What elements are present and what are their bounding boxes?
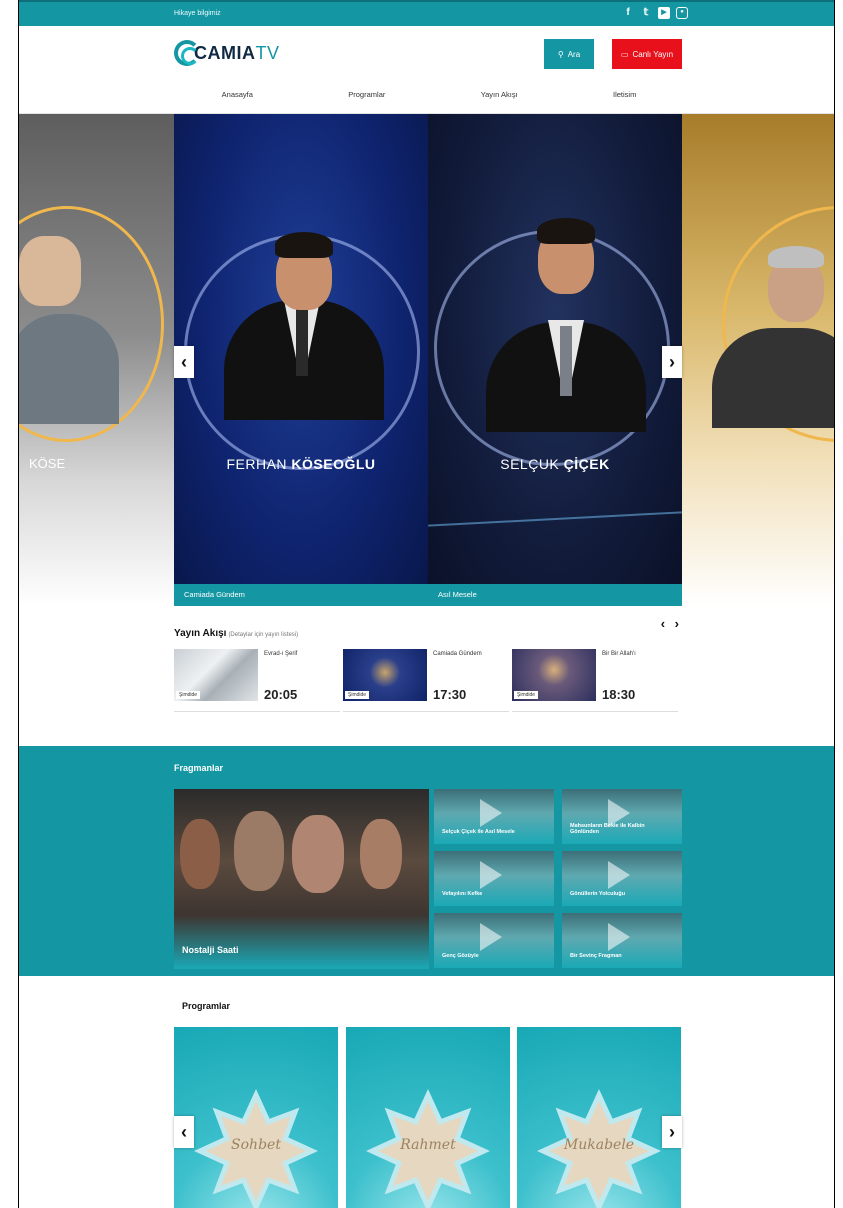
- schedule-item[interactable]: Şimdide Evrad-ı Şerif 20:05: [174, 649, 342, 712]
- trailer-title: Genç Gözüyle: [442, 953, 479, 960]
- status-badge: Şimdide: [345, 691, 370, 699]
- trailer-title: Mahsunların Bekle ile Kalbin Gönlünden: [570, 822, 645, 836]
- nav-item-home[interactable]: Anasayfa: [222, 90, 253, 99]
- host-name: SELÇUK ÇİÇEK: [500, 456, 610, 472]
- trailers-section: Fragmanlar Nostalji Saati Selçuk Çiçek i…: [19, 746, 834, 976]
- schedule-item-time: 18:30: [602, 687, 636, 702]
- program-card[interactable]: Mukabele: [517, 1027, 681, 1208]
- top-bar-message: Hikaye bilgimiz: [174, 10, 221, 17]
- logo[interactable]: CAMIATV: [174, 38, 280, 68]
- trailer-item[interactable]: Vefayılını Kefke: [434, 851, 554, 906]
- section-title: Fragmanlar: [174, 763, 224, 773]
- slide-preview-left[interactable]: KÖSE: [19, 114, 174, 606]
- top-bar: Hikaye bilgimiz f 𝕥 ▶ ●: [19, 0, 834, 26]
- host-body: [19, 314, 119, 424]
- program-title: Rahmet: [400, 1137, 456, 1153]
- youtube-icon[interactable]: ▶: [658, 7, 670, 19]
- schedule-item[interactable]: Şimdide Bir Bir Allah'ı 18:30: [512, 649, 680, 712]
- play-icon: [608, 861, 630, 889]
- slide-preview-right[interactable]: [682, 114, 834, 606]
- logo-text: CAMIATV: [194, 42, 280, 63]
- section-title: Programlar: [182, 1001, 231, 1011]
- schedule-item[interactable]: Şimdide Camiada Gündem 17:30: [343, 649, 511, 712]
- schedule-item-time: 17:30: [433, 687, 467, 702]
- search-button-label: Ara: [567, 49, 581, 59]
- slide-caption[interactable]: Asıl Mesele: [428, 584, 682, 606]
- trailer-title: Vefayılını Kefke: [442, 891, 483, 898]
- programs-prev-button[interactable]: ‹: [174, 1116, 194, 1148]
- schedule-nav-arrows[interactable]: ‹ ›: [661, 616, 682, 631]
- nav-item-contact[interactable]: Iletisim: [613, 90, 636, 99]
- program-card[interactable]: Sohbet: [174, 1027, 338, 1208]
- section-title: Yayın Akışı (Detaylar için yayın listesi): [174, 628, 299, 639]
- schedule-item-name: Evrad-ı Şerif: [264, 651, 298, 657]
- program-title: Mukabele: [563, 1137, 635, 1153]
- nav-item-schedule[interactable]: Yayın Akışı: [481, 90, 518, 99]
- slide-caption[interactable]: Camiada Gündem: [174, 584, 428, 606]
- facebook-icon[interactable]: f: [622, 7, 634, 19]
- twitter-icon[interactable]: 𝕥: [640, 7, 652, 19]
- live-broadcast-button[interactable]: ▭ Canlı Yayın: [612, 39, 682, 69]
- schedule-item-time: 20:05: [264, 687, 298, 702]
- play-icon: [480, 799, 502, 827]
- host-photo: [19, 236, 81, 306]
- site-header: CAMIATV ⚲ Ara ▭ Canlı Yayın Anasayfa Pro…: [19, 26, 834, 114]
- schedule-item-name: Camiada Gündem: [433, 651, 482, 657]
- social-links: f 𝕥 ▶ ●: [622, 7, 688, 19]
- slide-card[interactable]: SELÇUK ÇİÇEK Asıl Mesele: [428, 114, 682, 606]
- trailer-item[interactable]: Bir Sevinç Fragman: [562, 913, 682, 968]
- schedule-thumbnail: Şimdide: [343, 649, 427, 701]
- status-badge: Şimdide: [514, 691, 539, 699]
- schedule-thumbnail: Şimdide: [512, 649, 596, 701]
- slide-card[interactable]: FERHAN KÖSEOĞLU Camiada Gündem: [174, 114, 428, 606]
- slider-next-button[interactable]: ›: [662, 346, 682, 378]
- trailer-title: Nostalji Saati: [182, 945, 239, 955]
- host-name: FERHAN KÖSEOĞLU: [226, 456, 376, 472]
- slider-prev-button[interactable]: ‹: [174, 346, 194, 378]
- page: Hikaye bilgimiz f 𝕥 ▶ ● CAMIATV ⚲ Ara ▭ …: [18, 0, 835, 1208]
- trailer-item[interactable]: Mahsunların Bekle ile Kalbin Gönlünden: [562, 789, 682, 844]
- instagram-icon[interactable]: ●: [676, 7, 688, 19]
- main-nav: Anasayfa Programlar Yayın Akışı Iletisim: [174, 90, 684, 99]
- schedule-thumbnail: Şimdide: [174, 649, 258, 701]
- trailer-title: Selçuk Çiçek ile Asıl Mesele: [442, 829, 515, 836]
- play-icon: [608, 923, 630, 951]
- trailer-item[interactable]: Selçuk Çiçek ile Asıl Mesele: [434, 789, 554, 844]
- search-button[interactable]: ⚲ Ara: [544, 39, 594, 69]
- live-broadcast-label: Canlı Yayın: [632, 49, 674, 59]
- search-icon: ⚲: [557, 49, 564, 59]
- hero-slider: KÖSE FERHAN KÖSEOĞLU Camiada Gündem SELÇ…: [19, 114, 834, 606]
- logo-mark-icon: [174, 40, 200, 66]
- trailer-title: Gönüllerin Yolculuğu: [570, 891, 626, 898]
- host-name: KÖSE: [29, 456, 66, 471]
- status-badge: Şimdide: [176, 691, 201, 699]
- trailer-item[interactable]: Gönüllerin Yolculuğu: [562, 851, 682, 906]
- program-card[interactable]: Rahmet: [346, 1027, 510, 1208]
- trailer-featured[interactable]: Nostalji Saati: [174, 789, 429, 969]
- trailer-item[interactable]: Genç Gözüyle: [434, 913, 554, 968]
- programs-next-button[interactable]: ›: [662, 1116, 682, 1148]
- tv-icon: ▭: [620, 49, 629, 59]
- schedule-item-name: Bir Bir Allah'ı: [602, 651, 636, 657]
- nav-item-programs[interactable]: Programlar: [348, 90, 385, 99]
- play-icon: [480, 923, 502, 951]
- broadcast-schedule: Yayın Akışı (Detaylar için yayın listesi)…: [174, 616, 684, 716]
- play-icon: [480, 861, 502, 889]
- trailer-title: Bir Sevinç Fragman: [570, 953, 622, 960]
- program-title: Sohbet: [231, 1137, 281, 1153]
